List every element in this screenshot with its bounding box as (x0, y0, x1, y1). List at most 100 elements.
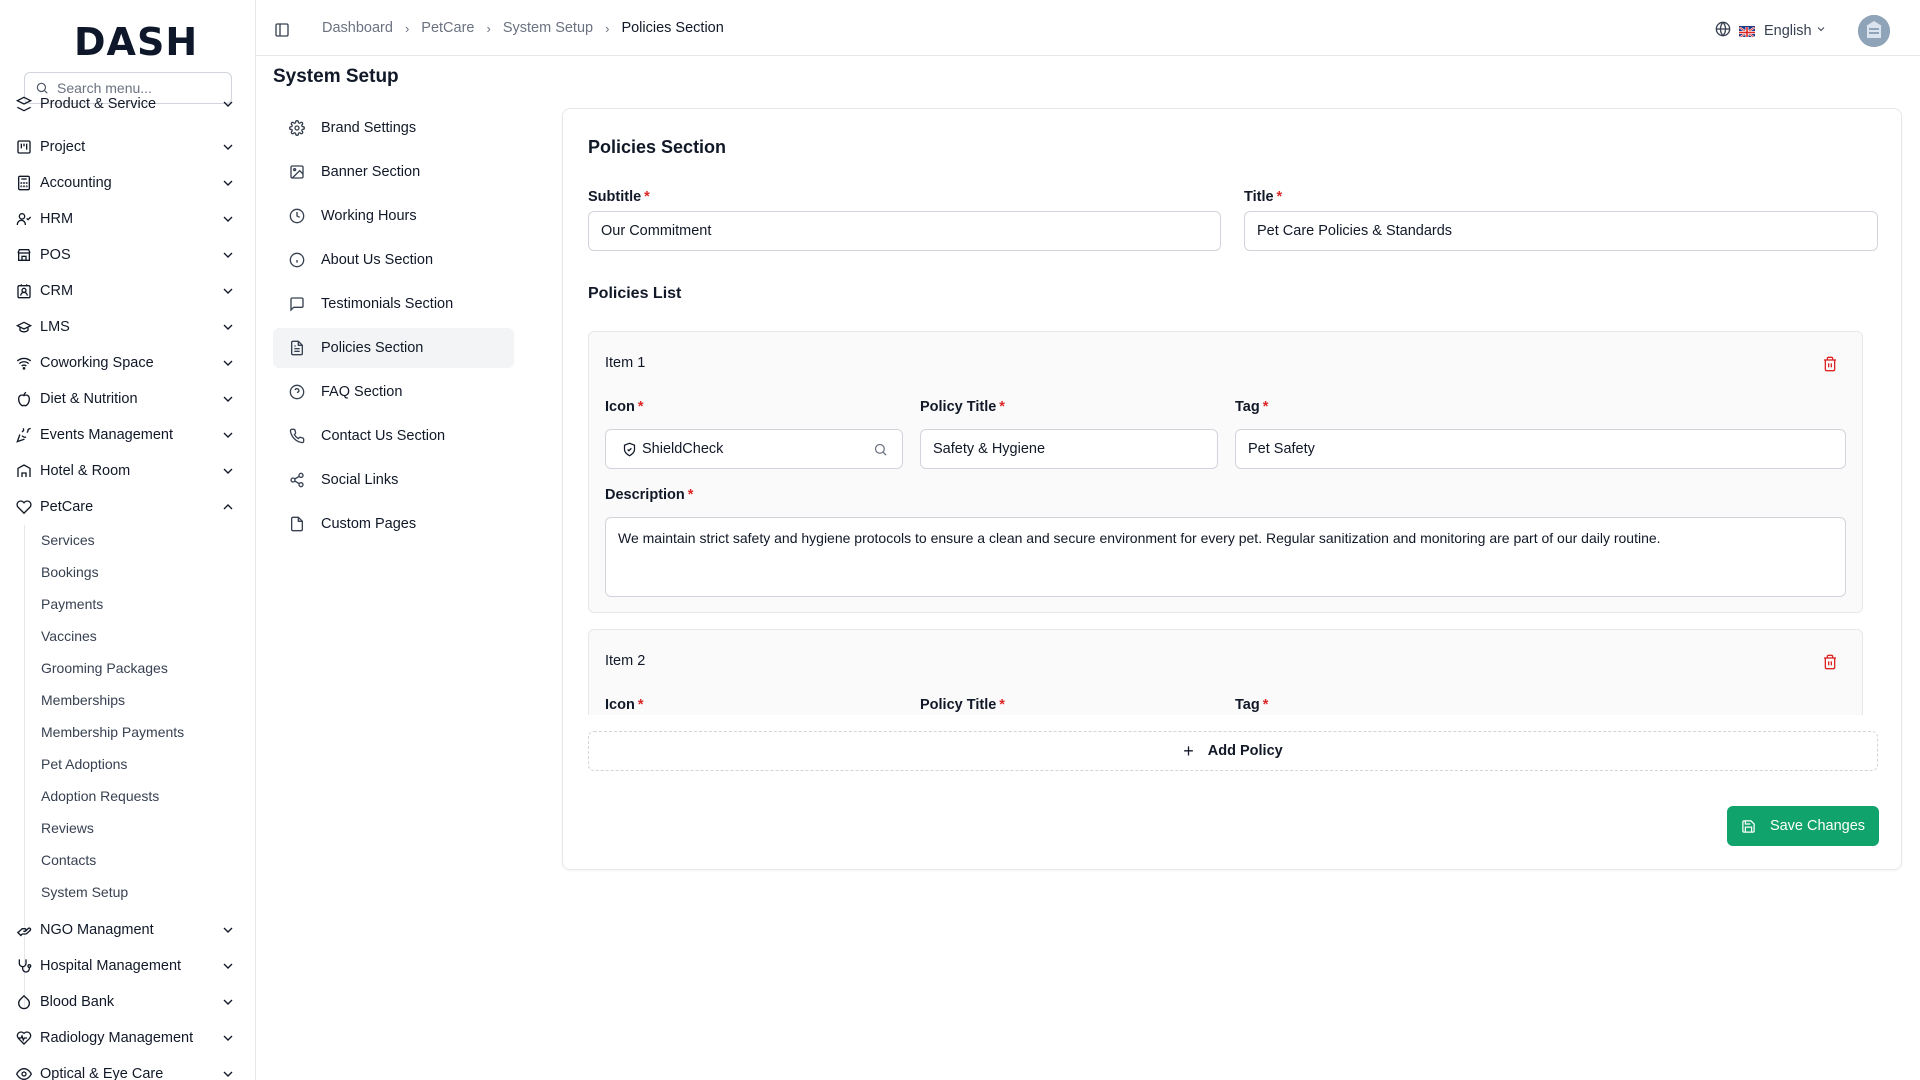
sidebar-item-label: Events Management (40, 427, 173, 443)
icon-label: Icon * (605, 399, 644, 415)
tag-input[interactable]: Pet Safety (1235, 429, 1846, 469)
sidebar-subitem-membership-payments[interactable]: Membership Payments (41, 721, 184, 743)
sidebar-item-hotel-room[interactable]: Hotel & Room (16, 456, 236, 486)
subnav-testimonials-section[interactable]: Testimonials Section (273, 284, 514, 324)
shield-check-icon (623, 442, 636, 457)
chevron-down-icon (223, 101, 233, 107)
sidebar-item-ngo-managment[interactable]: NGO Managment (16, 915, 236, 945)
chevron-down-icon (223, 324, 233, 330)
breadcrumb-system-setup[interactable]: System Setup (503, 20, 593, 36)
subnav-working-hours[interactable]: Working Hours (273, 196, 514, 236)
sidebar-item-accounting[interactable]: Accounting (16, 168, 236, 198)
sidebar-item-events-management[interactable]: Events Management (16, 420, 236, 450)
sidebar-item-label: HRM (40, 211, 74, 227)
sidebar-subitem-payments[interactable]: Payments (41, 593, 103, 615)
subnav-contact-us-section[interactable]: Contact Us Section (273, 416, 514, 456)
add-policy-label: Add Policy (1207, 743, 1283, 759)
chevron-right-icon: › (404, 20, 410, 36)
subnav-label: Working Hours (321, 208, 417, 224)
file-icon (291, 516, 303, 532)
top-header: Dashboard › PetCare › System Setup › Pol… (256, 0, 1920, 56)
subnav-about-us-section[interactable]: About Us Section (273, 240, 514, 280)
subnav-label: FAQ Section (321, 384, 403, 400)
chevron-right-icon: › (486, 20, 491, 36)
sidebar-item-label: POS (40, 247, 71, 263)
save-changes-button[interactable]: Save Changes (1727, 806, 1879, 846)
sidebar-subitem-bookings[interactable]: Bookings (41, 561, 99, 583)
subnav-label: Custom Pages (321, 516, 417, 532)
sidebar-item-hospital-management[interactable]: Hospital Management (16, 951, 236, 981)
chevron-down-icon (223, 180, 233, 186)
tag-label: Tag * (1235, 399, 1269, 415)
sidebar-item-label: Hotel & Room (40, 463, 131, 479)
sidebar: DASH Product & Service Project Accountin… (0, 0, 256, 1080)
search-icon[interactable] (873, 442, 888, 457)
sidebar-item-diet-nutrition[interactable]: Diet & Nutrition (16, 384, 236, 414)
subnav-brand-settings[interactable]: Brand Settings (273, 108, 514, 148)
sidebar-item-pos[interactable]: POS (16, 240, 236, 270)
subtitle-label: Subtitle * (588, 189, 650, 205)
subnav-label: Brand Settings (321, 120, 417, 136)
sidebar-item-label: Blood Bank (40, 994, 115, 1010)
avatar[interactable] (1858, 15, 1890, 47)
sidebar-subitem-system-setup[interactable]: System Setup (41, 881, 128, 903)
sidebar-item-product-service[interactable]: Product & Service (16, 89, 236, 119)
sidebar-item-crm[interactable]: CRM (16, 276, 236, 306)
item-title: Item 1 (605, 355, 646, 371)
subnav-label: Social Links (321, 472, 399, 488)
breadcrumb-petcare[interactable]: PetCare (421, 20, 474, 36)
sidebar-subitem-grooming-packages[interactable]: Grooming Packages (41, 657, 168, 679)
trash-icon[interactable] (1822, 356, 1838, 372)
sidebar-item-coworking-space[interactable]: Coworking Space (16, 348, 236, 378)
title-input[interactable]: Pet Care Policies & Standards (1244, 211, 1878, 251)
sidebar-subitem-memberships[interactable]: Memberships (41, 689, 125, 711)
subnav-custom-pages[interactable]: Custom Pages (273, 504, 514, 544)
hotel-icon (16, 463, 32, 479)
layers-icon (16, 96, 32, 112)
sidebar-item-optical-eye-care[interactable]: Optical & Eye Care (16, 1059, 236, 1080)
subnav-banner-section[interactable]: Banner Section (273, 152, 514, 192)
title-label: Title * (1244, 189, 1283, 205)
language-selector[interactable]: English (1715, 21, 1827, 41)
chevron-down-icon (223, 1071, 233, 1077)
sidebar-item-label: Hospital Management (40, 958, 182, 974)
add-policy-button[interactable]: + Add Policy (588, 731, 1878, 771)
policy-title-input[interactable]: Safety & Hygiene (920, 429, 1218, 469)
sidebar-subitem-vaccines[interactable]: Vaccines (41, 625, 97, 647)
sidebar-item-lms[interactable]: LMS (16, 312, 236, 342)
subnav-social-links[interactable]: Social Links (273, 460, 514, 500)
chevron-down-icon (1815, 23, 1827, 39)
chevron-right-icon: › (605, 20, 610, 36)
subnav-faq-section[interactable]: FAQ Section (273, 372, 514, 412)
subnav-label: About Us Section (321, 252, 434, 268)
sidebar-item-label: Coworking Space (40, 355, 154, 371)
sidebar-toggle-icon[interactable] (274, 22, 290, 43)
policies-list[interactable]: Item 1 Icon * ShieldCheck Policy Title * S… (588, 331, 1878, 715)
icon-picker-input[interactable]: ShieldCheck (605, 429, 903, 469)
subnav-label: Testimonials Section (321, 296, 454, 312)
sidebar-item-radiology-management[interactable]: Radiology Management (16, 1023, 236, 1053)
calculator-icon (16, 175, 32, 191)
sidebar-subitem-adoption-requests[interactable]: Adoption Requests (41, 785, 159, 807)
policies-list-title: Policies List (588, 285, 682, 302)
sidebar-item-project[interactable]: Project (16, 132, 236, 162)
sidebar-item-label: LMS (40, 319, 70, 335)
policy-title-label: Policy Title * (920, 697, 1005, 713)
sidebar-item-label: Radiology Management (40, 1030, 194, 1046)
chevron-down-icon (223, 927, 233, 933)
sidebar-item-hrm[interactable]: HRM (16, 204, 236, 234)
trash-icon[interactable] (1822, 654, 1838, 670)
sidebar-subitem-contacts[interactable]: Contacts (41, 849, 96, 871)
breadcrumb-dashboard[interactable]: Dashboard (322, 20, 393, 36)
policy-item: Item 1 Icon * ShieldCheck Policy Title * S… (588, 331, 1863, 613)
sidebar-subitem-pet-adoptions[interactable]: Pet Adoptions (41, 753, 127, 775)
help-circle-icon (289, 384, 305, 400)
sidebar-subitem-reviews[interactable]: Reviews (41, 817, 94, 839)
description-textarea[interactable]: We maintain strict safety and hygiene pr… (605, 517, 1846, 597)
subtitle-input[interactable]: Our Commitment (588, 211, 1221, 251)
sidebar-subitem-services[interactable]: Services (41, 529, 95, 551)
subnav-policies-section[interactable]: Policies Section (273, 328, 514, 368)
sidebar-item-petcare[interactable]: PetCare (16, 492, 236, 522)
sidebar-item-blood-bank[interactable]: Blood Bank (16, 987, 236, 1017)
sidebar-item-label: Project (40, 139, 86, 155)
